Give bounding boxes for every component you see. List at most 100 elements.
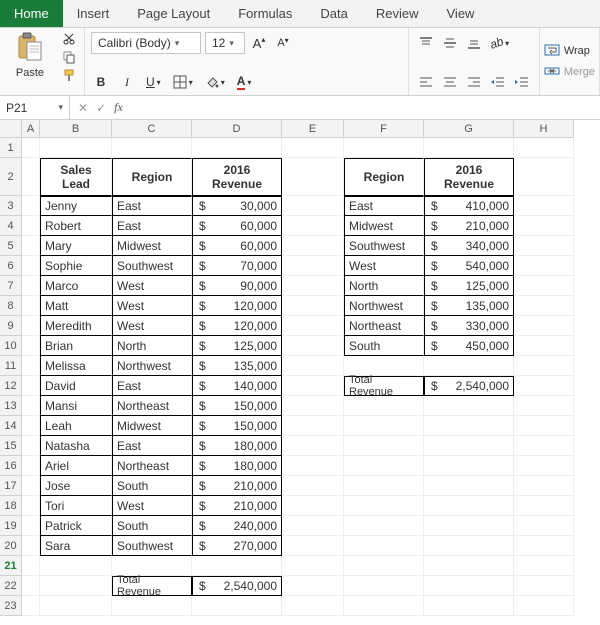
font-color-button[interactable]: A▾ <box>234 71 255 93</box>
cell[interactable] <box>514 296 574 316</box>
cell[interactable] <box>344 556 424 576</box>
cut-icon[interactable] <box>60 32 78 46</box>
cell[interactable]: Matt <box>40 296 112 316</box>
cell[interactable] <box>22 536 40 556</box>
cell[interactable] <box>22 256 40 276</box>
cell[interactable] <box>112 596 192 616</box>
cell[interactable] <box>514 476 574 496</box>
cell[interactable]: Northeast <box>344 316 424 336</box>
orientation-icon[interactable]: ab▾ <box>487 32 512 54</box>
cell[interactable] <box>344 396 424 416</box>
cell[interactable] <box>192 556 282 576</box>
cell[interactable] <box>282 256 344 276</box>
cell[interactable] <box>344 436 424 456</box>
increase-font-icon[interactable]: A▴ <box>249 32 269 54</box>
merge-icon[interactable] <box>544 64 560 81</box>
cell[interactable] <box>282 516 344 536</box>
cell[interactable] <box>22 576 40 596</box>
cell[interactable] <box>22 216 40 236</box>
cell[interactable]: $270,000 <box>192 536 282 556</box>
cell[interactable]: North <box>344 276 424 296</box>
row-header[interactable]: 14 <box>0 416 22 436</box>
cell[interactable]: East <box>112 376 192 396</box>
cell[interactable] <box>424 396 514 416</box>
cell[interactable]: West <box>112 276 192 296</box>
cell[interactable]: South <box>344 336 424 356</box>
cell[interactable] <box>22 236 40 256</box>
cell[interactable]: Northwest <box>112 356 192 376</box>
cell[interactable] <box>344 576 424 596</box>
cell[interactable]: $60,000 <box>192 236 282 256</box>
fx-icon[interactable]: fx <box>114 100 123 115</box>
cell[interactable] <box>514 376 574 396</box>
cell[interactable] <box>192 138 282 158</box>
cell[interactable] <box>22 196 40 216</box>
cell[interactable]: Northeast <box>112 396 192 416</box>
cell[interactable]: $70,000 <box>192 256 282 276</box>
cell[interactable]: North <box>112 336 192 356</box>
cell[interactable] <box>22 436 40 456</box>
cell[interactable]: $90,000 <box>192 276 282 296</box>
cell[interactable] <box>22 396 40 416</box>
row-header[interactable]: 4 <box>0 216 22 236</box>
cell[interactable]: East <box>112 196 192 216</box>
cell[interactable]: West <box>112 316 192 336</box>
cell[interactable]: Midwest <box>344 216 424 236</box>
row-header[interactable]: 15 <box>0 436 22 456</box>
cell[interactable]: $210,000 <box>192 476 282 496</box>
cell[interactable]: Total Revenue <box>112 576 192 596</box>
cell[interactable]: Jenny <box>40 196 112 216</box>
cell[interactable]: $125,000 <box>192 336 282 356</box>
align-middle-icon[interactable] <box>439 32 461 54</box>
cell[interactable] <box>344 516 424 536</box>
wrap-label[interactable]: Wrap <box>564 45 590 57</box>
cell[interactable] <box>514 516 574 536</box>
cell[interactable]: $340,000 <box>424 236 514 256</box>
cell[interactable] <box>344 536 424 556</box>
cell[interactable] <box>344 596 424 616</box>
cell[interactable] <box>22 138 40 158</box>
cell[interactable] <box>40 138 112 158</box>
cell[interactable] <box>424 596 514 616</box>
font-size-combo[interactable]: 12▾ <box>205 32 245 54</box>
font-name-combo[interactable]: Calibri (Body)▾ <box>91 32 201 54</box>
cell[interactable] <box>424 456 514 476</box>
tab-review[interactable]: Review <box>362 0 433 27</box>
cell[interactable]: Sophie <box>40 256 112 276</box>
cell[interactable]: Total Revenue <box>344 376 424 396</box>
cell[interactable] <box>282 436 344 456</box>
align-bottom-icon[interactable] <box>463 32 485 54</box>
cell[interactable] <box>282 216 344 236</box>
fill-color-button[interactable]: ▾ <box>202 71 228 93</box>
cell[interactable] <box>424 416 514 436</box>
cell[interactable] <box>282 376 344 396</box>
cell[interactable]: South <box>112 516 192 536</box>
row-header[interactable]: 21 <box>0 556 22 576</box>
borders-button[interactable]: ▾ <box>170 71 196 93</box>
cell[interactable]: $30,000 <box>192 196 282 216</box>
cell[interactable]: $180,000 <box>192 456 282 476</box>
tab-formulas[interactable]: Formulas <box>224 0 306 27</box>
row-header[interactable]: 2 <box>0 158 22 196</box>
cell[interactable] <box>514 158 574 196</box>
cell[interactable] <box>344 416 424 436</box>
cell[interactable] <box>424 556 514 576</box>
cell[interactable]: $2,540,000 <box>192 576 282 596</box>
cell[interactable]: Mary <box>40 236 112 256</box>
cell[interactable] <box>514 536 574 556</box>
merge-label[interactable]: Merge <box>564 66 595 78</box>
cell[interactable] <box>22 276 40 296</box>
decrease-indent-icon[interactable] <box>487 71 509 93</box>
cell[interactable] <box>514 496 574 516</box>
row-header[interactable]: 3 <box>0 196 22 216</box>
tab-home[interactable]: Home <box>0 0 63 27</box>
paste-icon[interactable] <box>17 32 43 65</box>
cell[interactable] <box>282 576 344 596</box>
cell[interactable]: South <box>112 476 192 496</box>
cell[interactable] <box>344 456 424 476</box>
row-header[interactable]: 9 <box>0 316 22 336</box>
cell[interactable] <box>40 556 112 576</box>
cell[interactable] <box>40 576 112 596</box>
cell[interactable] <box>514 336 574 356</box>
cell[interactable]: Midwest <box>112 416 192 436</box>
